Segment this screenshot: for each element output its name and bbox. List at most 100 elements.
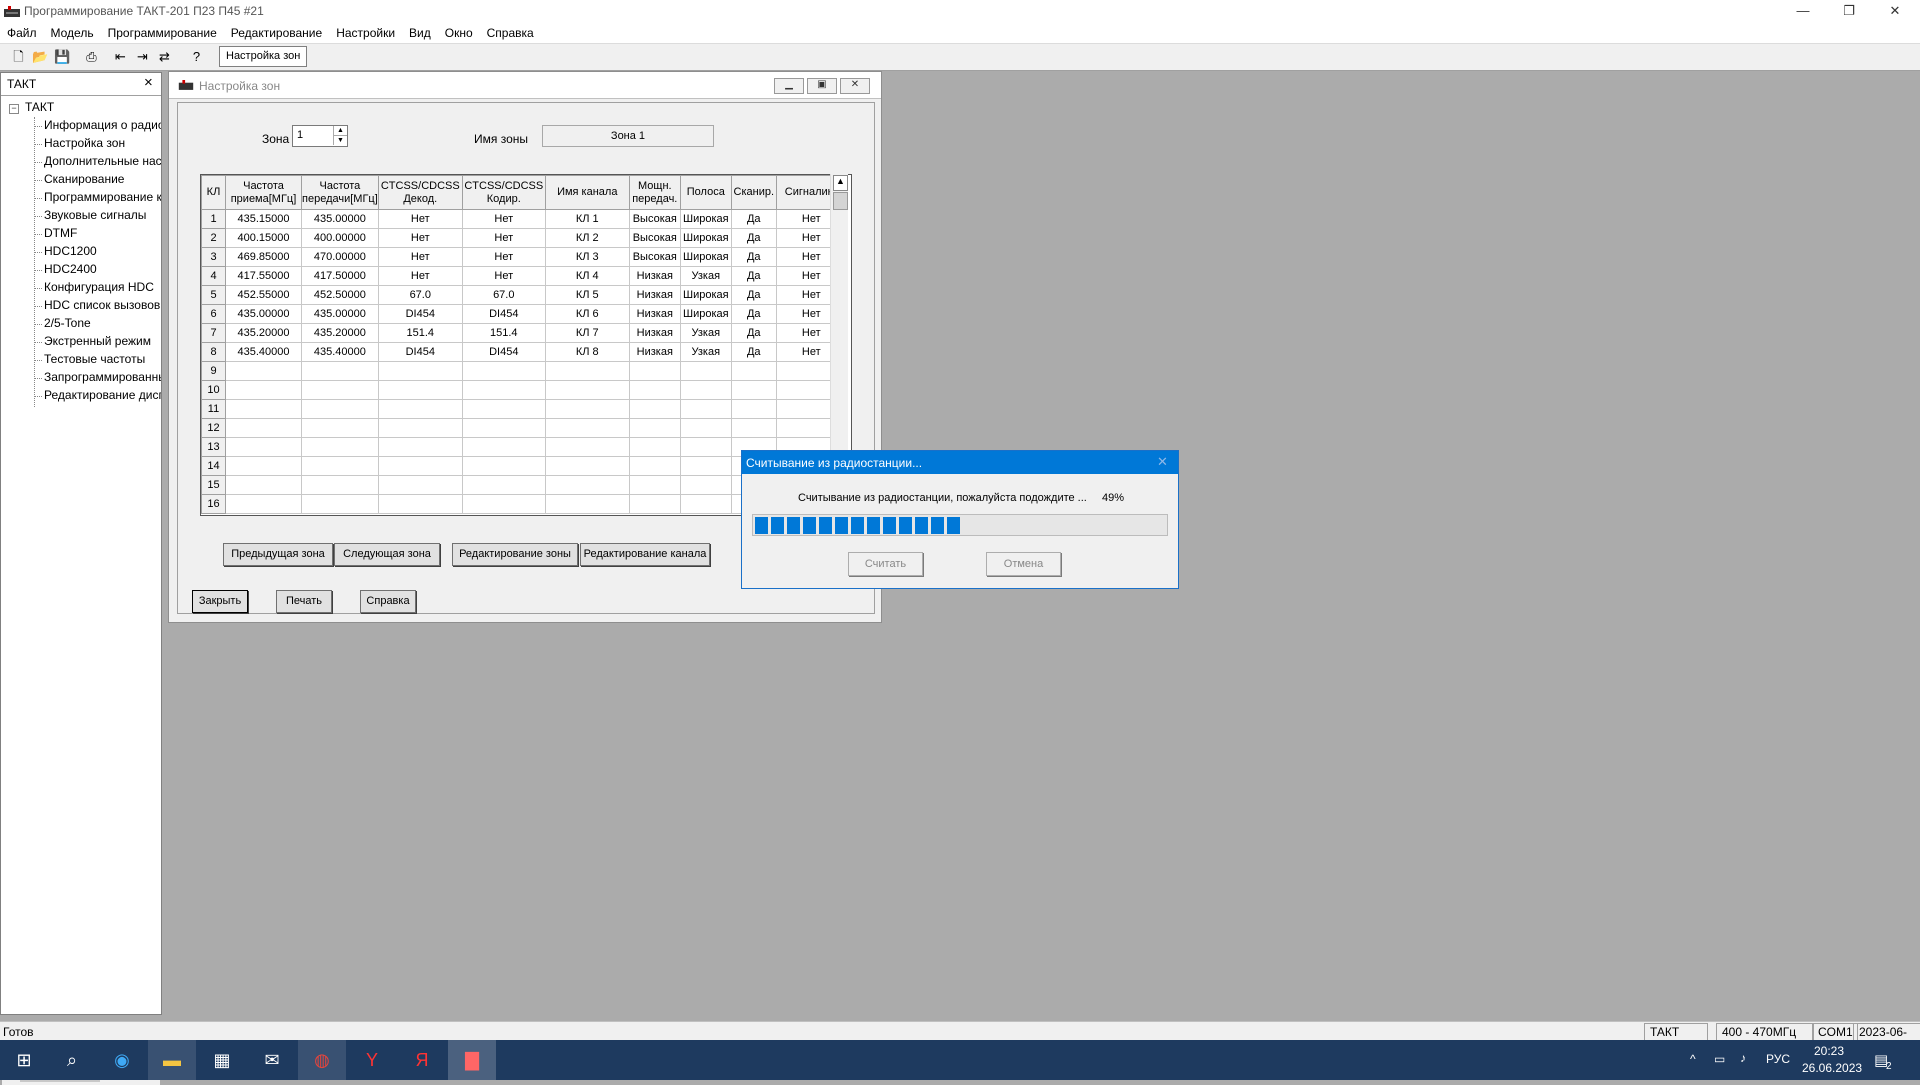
table-cell[interactable]: 435.00000	[301, 209, 379, 229]
table-cell[interactable]	[377, 418, 463, 438]
restore-button[interactable]: ❐	[1826, 0, 1872, 23]
table-cell[interactable]	[544, 494, 630, 514]
table-cell[interactable]: 417.55000	[225, 266, 302, 286]
table-cell[interactable]	[301, 418, 379, 438]
table-cell[interactable]: Низкая	[628, 285, 681, 305]
table-row[interactable]: 1 435.15000 435.00000 Нет Нет КЛ 1 Высокая Широ…	[201, 209, 847, 229]
language-indicator[interactable]: РУС	[1766, 1052, 1790, 1066]
next-zone-button[interactable]: Следующая зона	[334, 543, 440, 566]
table-cell[interactable]: DI454	[461, 342, 546, 362]
table-cell[interactable]: DI454	[461, 304, 546, 324]
table-cell[interactable]	[461, 456, 546, 476]
table-cell[interactable]	[730, 380, 777, 400]
tree-item[interactable]: Сканирование	[44, 172, 161, 186]
table-cell[interactable]: Нет	[461, 247, 546, 267]
table-cell[interactable]: Да	[730, 304, 777, 324]
table-cell[interactable]	[301, 399, 379, 419]
spinner-down-icon[interactable]: ▼	[333, 136, 347, 145]
table-cell[interactable]: Нет	[461, 209, 546, 229]
table-row[interactable]: 10	[201, 380, 847, 400]
start-icon[interactable]: ⊞	[0, 1040, 48, 1080]
table-cell[interactable]: 435.20000	[225, 323, 302, 343]
cancel-button[interactable]: Отмена	[986, 552, 1061, 576]
file-explorer-icon[interactable]: ▬	[148, 1040, 196, 1080]
yandex-browser-icon[interactable]: Y	[348, 1040, 396, 1080]
table-row[interactable]: 3 469.85000 470.00000 Нет Нет КЛ 3 Высокая Широ…	[201, 247, 847, 267]
table-cell[interactable]	[628, 437, 681, 457]
table-cell[interactable]: КЛ 3	[544, 247, 630, 267]
table-cell[interactable]: 435.20000	[301, 323, 379, 343]
table-cell[interactable]	[544, 399, 630, 419]
row-number[interactable]: 14	[201, 456, 226, 476]
table-cell[interactable]: Узкая	[679, 266, 732, 286]
minimize-button[interactable]: —	[1780, 0, 1826, 23]
column-header[interactable]: Полоса	[679, 175, 732, 210]
new-file-icon[interactable]: 🗋	[9, 47, 28, 66]
table-cell[interactable]	[544, 418, 630, 438]
zone-minimize-button[interactable]: ▁	[774, 78, 804, 94]
table-cell[interactable]	[377, 437, 463, 457]
table-cell[interactable]	[301, 380, 379, 400]
table-cell[interactable]: Узкая	[679, 323, 732, 343]
table-cell[interactable]: Широкая	[679, 247, 732, 267]
table-cell[interactable]	[544, 361, 630, 381]
table-cell[interactable]	[628, 380, 681, 400]
table-cell[interactable]: 470.00000	[301, 247, 379, 267]
table-cell[interactable]: Высокая	[628, 247, 681, 267]
menu-window[interactable]: Окно	[438, 23, 480, 43]
toolbar-zone-tab[interactable]: Настройка зон	[219, 46, 308, 67]
table-cell[interactable]: Высокая	[628, 209, 681, 229]
table-cell[interactable]	[377, 456, 463, 476]
table-cell[interactable]	[544, 456, 630, 476]
table-cell[interactable]: Широкая	[679, 228, 732, 248]
row-number[interactable]: 6	[201, 304, 226, 324]
column-header[interactable]: Мощн. передач.	[628, 175, 681, 210]
tree-collapse-icon[interactable]: −	[9, 104, 19, 114]
tree-item[interactable]: Конфигурация HDC	[44, 280, 161, 294]
open-folder-icon[interactable]: 📂	[31, 47, 50, 66]
network-icon[interactable]: ▭	[1714, 1052, 1725, 1066]
table-cell[interactable]	[461, 361, 546, 381]
close-button[interactable]: Закрыть	[192, 590, 248, 613]
store-icon[interactable]: ▦	[198, 1040, 246, 1080]
clock-time[interactable]: 20:23	[1814, 1044, 1844, 1058]
table-cell[interactable]	[225, 361, 302, 381]
column-header[interactable]: КЛ	[201, 175, 226, 210]
row-number[interactable]: 3	[201, 247, 226, 267]
tree-item[interactable]: HDC список вызовов	[44, 298, 161, 312]
table-cell[interactable]: Узкая	[679, 342, 732, 362]
table-cell[interactable]	[628, 399, 681, 419]
tree-root[interactable]: ТАКТ	[25, 100, 54, 114]
takt-app-icon[interactable]: ▇	[448, 1040, 496, 1080]
table-cell[interactable]	[225, 380, 302, 400]
tree-item[interactable]: Звуковые сигналы	[44, 208, 161, 222]
spinner-up-icon[interactable]: ▲	[333, 126, 347, 136]
table-cell[interactable]: Высокая	[628, 228, 681, 248]
table-row[interactable]: 8 435.40000 435.40000 DI454 DI454 КЛ 8 Низкая У…	[201, 342, 847, 362]
table-cell[interactable]: Да	[730, 247, 777, 267]
table-cell[interactable]	[377, 361, 463, 381]
table-cell[interactable]	[225, 437, 302, 457]
column-header[interactable]: CTCSS/CDCSS Декод.	[377, 175, 463, 210]
table-cell[interactable]: 417.50000	[301, 266, 379, 286]
table-cell[interactable]: 435.40000	[301, 342, 379, 362]
zone-spinner[interactable]: 1 ▲ ▼	[292, 125, 348, 147]
table-cell[interactable]	[679, 361, 732, 381]
table-cell[interactable]: КЛ 5	[544, 285, 630, 305]
read-button[interactable]: Считать	[848, 552, 923, 576]
table-cell[interactable]: 435.00000	[225, 304, 302, 324]
table-cell[interactable]: 452.50000	[301, 285, 379, 305]
table-cell[interactable]	[679, 418, 732, 438]
table-cell[interactable]: Широкая	[679, 285, 732, 305]
table-cell[interactable]: 435.40000	[225, 342, 302, 362]
table-cell[interactable]: 400.15000	[225, 228, 302, 248]
table-cell[interactable]	[544, 380, 630, 400]
table-cell[interactable]	[461, 475, 546, 495]
table-cell[interactable]	[679, 456, 732, 476]
table-cell[interactable]	[377, 380, 463, 400]
table-cell[interactable]: Низкая	[628, 266, 681, 286]
table-cell[interactable]	[461, 380, 546, 400]
table-row[interactable]: 9	[201, 361, 847, 381]
table-cell[interactable]: КЛ 2	[544, 228, 630, 248]
table-cell[interactable]	[225, 399, 302, 419]
